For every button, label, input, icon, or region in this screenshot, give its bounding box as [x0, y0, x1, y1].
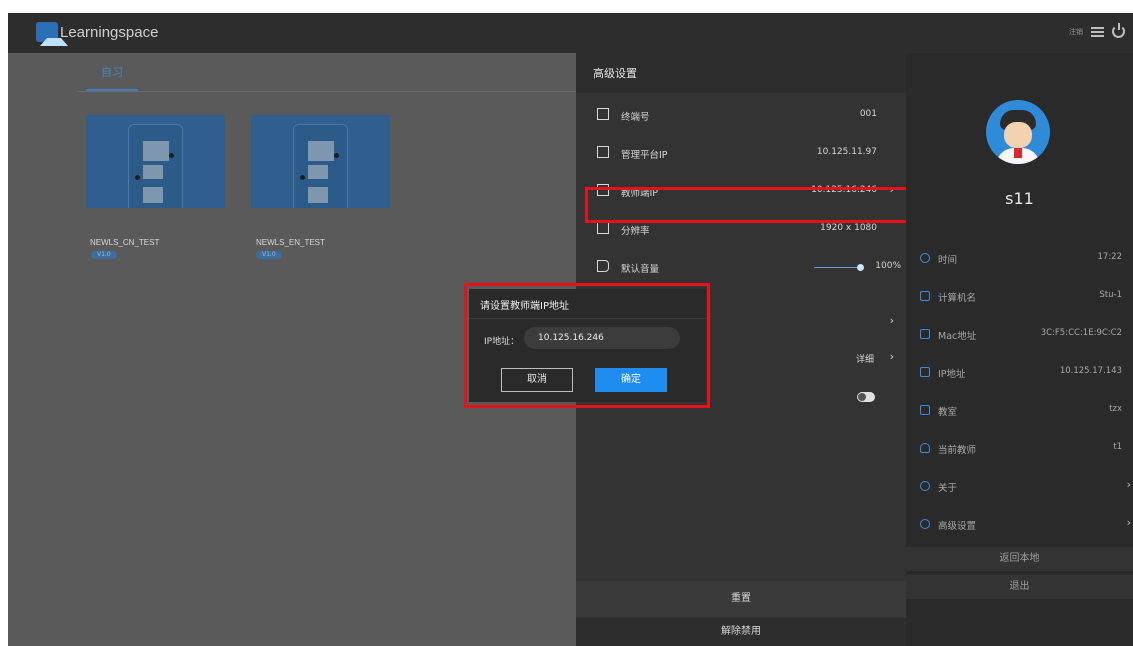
- profile-panel: s11 时间 17:22 计算机名 Stu-1 Mac地址 3C:F5:CC:1…: [906, 53, 1133, 646]
- app-window: Learningspace 注销 自习 NEWLS_CN_TEST V1.0 N: [8, 13, 1133, 646]
- app-logo: Learningspace: [36, 22, 159, 46]
- setting-label: 管理平台IP: [621, 150, 668, 161]
- detail-link[interactable]: 详细: [856, 352, 874, 365]
- profile-row-about[interactable]: 关于 ›: [906, 467, 1133, 505]
- profile-value: tzx: [1109, 404, 1122, 414]
- profile-row-computer: 计算机名 Stu-1: [906, 277, 1133, 315]
- clock-icon: [920, 253, 930, 263]
- profile-label: 计算机名: [938, 293, 977, 304]
- highlight-box-teacher-ip: [585, 187, 913, 223]
- settings-title: 高级设置: [593, 67, 637, 80]
- version-badge: V1.0: [91, 251, 117, 259]
- chevron-right-icon: ›: [889, 314, 894, 327]
- setting-value: 100%: [875, 261, 901, 271]
- user-icon: [920, 443, 930, 453]
- power-icon[interactable]: [1112, 23, 1125, 38]
- logout-link[interactable]: 注销: [1069, 27, 1083, 37]
- avatar-scarf: [1014, 148, 1022, 158]
- top-bar: Learningspace 注销: [8, 13, 1133, 53]
- volume-slider-track[interactable]: [814, 267, 858, 268]
- avatar: [986, 100, 1050, 164]
- course-card[interactable]: [251, 115, 390, 208]
- course-card[interactable]: [86, 115, 225, 208]
- card-title: NEWLS_CN_TEST: [90, 238, 160, 247]
- setting-value: 10.125.11.97: [816, 147, 877, 157]
- highlight-box-dialog: [464, 283, 710, 408]
- profile-label: 当前教师: [938, 445, 977, 456]
- barcode-icon: [920, 329, 930, 339]
- top-right-controls: 注销: [1069, 23, 1125, 38]
- setting-row-terminal[interactable]: 终端号 001: [576, 98, 906, 134]
- profile-value: 3C:F5:CC:1E:9C:C2: [1040, 328, 1122, 338]
- screenshot-frame: Learningspace 注销 自习 NEWLS_CN_TEST V1.0 N: [0, 0, 1133, 646]
- info-icon: [920, 481, 930, 491]
- toggle-switch[interactable]: [857, 392, 875, 402]
- menu-icon[interactable]: [1091, 26, 1104, 37]
- unlock-button[interactable]: 解除禁用: [576, 618, 906, 646]
- profile-name: s11: [1005, 189, 1034, 208]
- volume-icon: [597, 260, 609, 272]
- profile-value: Stu-1: [1099, 290, 1122, 300]
- tab-self-study[interactable]: 自习: [86, 64, 138, 80]
- chevron-right-icon: ›: [1126, 478, 1131, 491]
- profile-label: Mac地址: [938, 331, 977, 342]
- card-title: NEWLS_EN_TEST: [256, 238, 325, 247]
- profile-value: 17:22: [1097, 252, 1123, 262]
- setting-label: 分辨率: [621, 226, 650, 237]
- profile-label: 时间: [938, 255, 958, 266]
- computer-icon: [920, 291, 930, 301]
- profile-value: 10.125.17.143: [1059, 366, 1122, 376]
- version-badge: V1.0: [256, 251, 282, 259]
- profile-row-classroom: 教室 tzx: [906, 391, 1133, 429]
- settings-icon: [920, 519, 930, 529]
- home-icon: [920, 405, 930, 415]
- profile-row-mac: Mac地址 3C:F5:CC:1E:9C:C2: [906, 315, 1133, 353]
- setting-label: 默认音量: [621, 264, 660, 275]
- profile-row-teacher: 当前教师 t1: [906, 429, 1133, 467]
- profile-label: 高级设置: [938, 521, 977, 532]
- ip-icon: [920, 367, 930, 377]
- resolution-icon: [597, 222, 609, 234]
- phone-illustration-icon: [293, 124, 348, 208]
- logout-button[interactable]: 退出: [906, 575, 1133, 599]
- setting-label: 终端号: [621, 112, 650, 123]
- setting-value: 001: [859, 109, 877, 119]
- settings-header: 高级设置: [576, 53, 906, 93]
- profile-label: 关于: [938, 483, 958, 494]
- setting-row-platform-ip[interactable]: 管理平台IP 10.125.11.97: [576, 136, 906, 172]
- phone-illustration-icon: [128, 124, 183, 208]
- setting-row-volume[interactable]: 默认音量 100%: [576, 250, 906, 286]
- back-local-button[interactable]: 返回本地: [906, 547, 1133, 571]
- profile-row-time: 时间 17:22: [906, 239, 1133, 277]
- logo-text: Learningspace: [60, 23, 159, 41]
- profile-row-ip: IP地址 10.125.17.143: [906, 353, 1133, 391]
- setting-value: 1920 x 1080: [820, 223, 877, 233]
- profile-label: 教室: [938, 407, 958, 418]
- chevron-right-icon: ›: [1126, 516, 1131, 529]
- volume-slider-handle[interactable]: [857, 264, 864, 271]
- profile-row-advanced[interactable]: 高级设置 ›: [906, 505, 1133, 543]
- reset-button[interactable]: 重置: [576, 581, 906, 617]
- tab-divider: [78, 91, 576, 92]
- upload-icon: [597, 146, 609, 158]
- profile-label: IP地址: [938, 369, 966, 380]
- avatar-face: [1004, 122, 1032, 148]
- logo-icon: [36, 22, 68, 46]
- monitor-icon: [597, 108, 609, 120]
- profile-value: t1: [1113, 442, 1122, 452]
- chevron-right-icon: ›: [889, 350, 894, 363]
